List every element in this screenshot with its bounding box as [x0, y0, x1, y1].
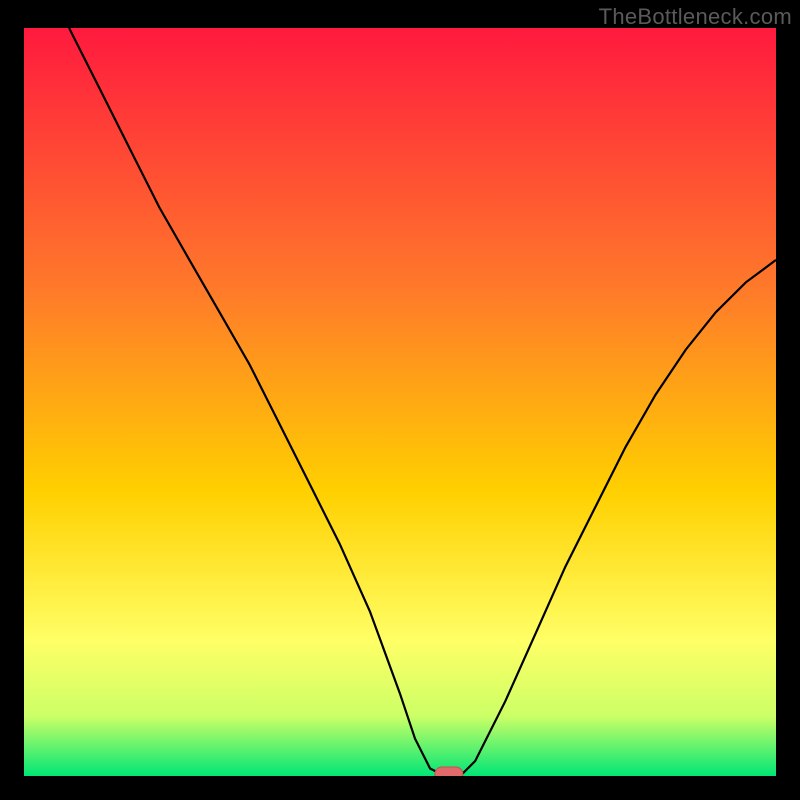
gradient-background [24, 28, 776, 776]
chart-svg [24, 28, 776, 776]
optimal-marker [435, 767, 463, 776]
plot-area [24, 28, 776, 776]
watermark-text: TheBottleneck.com [599, 4, 792, 30]
chart-frame: TheBottleneck.com [0, 0, 800, 800]
